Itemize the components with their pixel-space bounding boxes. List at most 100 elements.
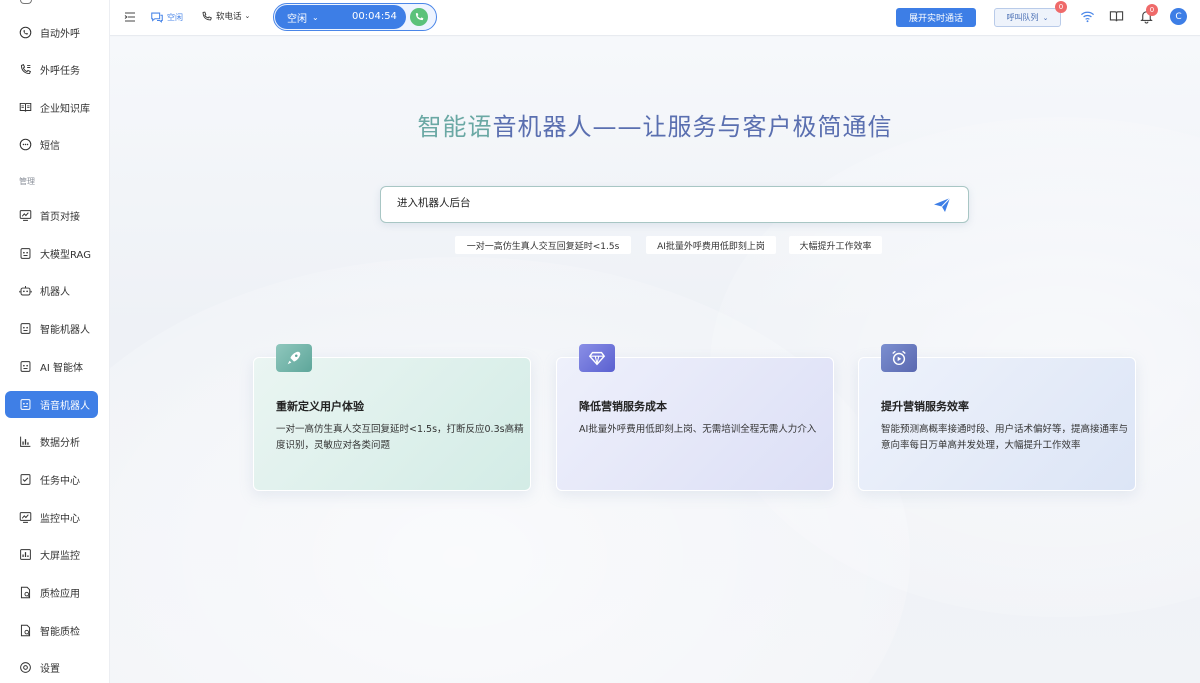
sidebar-item-label: 大模型RAG <box>40 250 91 261</box>
sidebar-item-label: 机器人 <box>40 287 70 298</box>
sidebar-item-dial-tasks[interactable]: 外呼任务 <box>5 56 98 83</box>
call-queue-dropdown[interactable]: 呼叫队列 ⌄ <box>994 8 1061 27</box>
chevron-down-icon: ⌄ <box>244 12 251 20</box>
sidebar: 自动外呼 外呼任务 企业知识库 短信 管理 首页对接 大模型RAG 机器人 智能… <box>0 0 110 683</box>
sidebar-item-smart-robot[interactable]: 智能机器人 <box>5 315 98 342</box>
doc-check-icon <box>18 586 32 600</box>
sidebar-item-big-screen-monitor[interactable]: 大屏监控 <box>5 541 98 568</box>
book-icon[interactable] <box>1109 9 1124 24</box>
sms-icon <box>18 138 32 152</box>
card-title: 提升营销服务效率 <box>881 400 969 413</box>
sidebar-item-label: 短信 <box>40 141 60 152</box>
robot-box-icon <box>18 398 32 412</box>
sidebar-item-label: 监控中心 <box>40 514 80 525</box>
agent-status-label: 空闲 <box>167 12 183 22</box>
softphone-dropdown[interactable]: 软电话 ⌄ <box>201 10 250 22</box>
chevron-down-icon: ⌄ <box>1042 13 1049 22</box>
robot-box-icon <box>18 360 32 374</box>
feature-tag[interactable]: 大幅提升工作效率 <box>789 236 882 254</box>
page-title-part2: 音机器人——让服务与客户极简通信 <box>492 113 893 141</box>
call-timer: 00:04:54 <box>352 11 397 22</box>
feature-card-user-experience[interactable]: 重新定义用户体验 一对一高仿生真人交互回复延时<1.5s，打断反应0.3s高精度… <box>253 344 531 491</box>
queue-count-badge: 0 <box>1055 1 1067 13</box>
bar-chart-icon <box>18 435 32 449</box>
send-icon[interactable] <box>932 195 952 215</box>
bar-chart-icon <box>18 548 32 562</box>
call-state-dropdown[interactable]: 空闲 ⌄ <box>287 10 319 25</box>
sidebar-item-label: 数据分析 <box>40 438 80 449</box>
card-description: AI批量外呼费用低即刻上岗、无需培训全程无需人力介入 <box>579 424 817 435</box>
feature-tag[interactable]: 一对一高仿生真人交互回复延时<1.5s <box>455 236 631 254</box>
book-icon <box>18 101 32 115</box>
search-input[interactable] <box>397 197 917 209</box>
sidebar-item-robot[interactable]: 机器人 <box>5 277 98 304</box>
sidebar-item-label: 智能机器人 <box>40 325 90 336</box>
call-control-pill: 空闲 ⌄ 00:04:54 <box>273 3 437 31</box>
sidebar-item-label: 自动外呼 <box>40 29 80 40</box>
sidebar-item-data-analysis[interactable]: 数据分析 <box>5 428 98 455</box>
card-description: 一对一高仿生真人交互回复延时<1.5s，打断反应0.3s高精度识别，灵敏应对各类… <box>276 424 524 451</box>
phone-list-icon <box>18 63 32 77</box>
call-status-area[interactable]: 空闲 ⌄ 00:04:54 <box>275 5 406 29</box>
call-queue-label: 呼叫队列 <box>1006 13 1039 22</box>
call-answer-button[interactable] <box>410 8 428 26</box>
sidebar-item-label: 智能质检 <box>40 627 80 638</box>
robot-box-icon <box>18 247 32 261</box>
sidebar-item-qc-app[interactable]: 质检应用 <box>5 579 98 606</box>
card-description: 智能预测高概率接通时段、用户话术偏好等，提高接通率与意向率每日万单高并发处理，大… <box>881 424 1129 451</box>
sidebar-item-label: 企业知识库 <box>40 104 90 115</box>
sidebar-item-label: 首页对接 <box>40 212 80 223</box>
sidebar-item-task-center[interactable]: 任务中心 <box>5 466 98 493</box>
sidebar-item-monitor-center[interactable]: 监控中心 <box>5 504 98 531</box>
call-state-label: 空闲 <box>287 13 307 25</box>
whatsapp-phone-icon <box>18 26 32 40</box>
feature-tag[interactable]: AI批量外呼费用低即刻上岗 <box>646 236 776 254</box>
robot-backend-search[interactable] <box>380 186 969 223</box>
sidebar-item-llm-rag[interactable]: 大模型RAG <box>5 240 98 267</box>
sidebar-item-label: 大屏监控 <box>40 551 80 562</box>
card-title: 降低营销服务成本 <box>579 400 667 413</box>
notification-badge: 0 <box>1146 4 1158 16</box>
card-title: 重新定义用户体验 <box>276 400 364 413</box>
page-title: 智能语音机器人——让服务与客户极简通信 <box>110 107 1200 142</box>
alarm-clock-icon <box>881 344 917 372</box>
sidebar-item-homepage-integration[interactable]: 首页对接 <box>5 202 98 229</box>
sidebar-item-label: 语音机器人 <box>40 401 90 412</box>
sidebar-item-voice-robot[interactable]: 语音机器人 <box>5 391 98 418</box>
phone-icon <box>202 11 212 20</box>
agent-status[interactable]: 空闲 <box>150 10 183 24</box>
sidebar-section-manage: 管理 <box>19 177 35 186</box>
robot-box-icon <box>18 322 32 336</box>
sidebar-item-auto-dial[interactable]: 自动外呼 <box>5 19 98 46</box>
sidebar-item-label: 外呼任务 <box>40 66 80 77</box>
doc-check-icon <box>18 624 32 638</box>
sidebar-item-label: 设置 <box>40 664 60 675</box>
chart-monitor-icon <box>18 209 32 223</box>
sidebar-item-sms[interactable]: 短信 <box>5 131 98 158</box>
expand-live-call-button[interactable]: 展开实时通话 <box>896 8 976 27</box>
top-header: 空闲 软电话 ⌄ 空闲 ⌄ 00:04:54 展开实时通话 呼叫队列 ⌄ 0 0… <box>110 0 1200 36</box>
checklist-icon <box>18 473 32 487</box>
page-title-part1: 智能语 <box>417 113 493 141</box>
main-content: 智能语音机器人——让服务与客户极简通信 一对一高仿生真人交互回复延时<1.5s … <box>110 37 1200 683</box>
wifi-icon[interactable] <box>1080 9 1095 24</box>
chevron-down-icon: ⌄ <box>312 12 319 22</box>
feature-tags: 一对一高仿生真人交互回复延时<1.5s AI批量外呼费用低即刻上岗 大幅提升工作… <box>110 236 1200 254</box>
menu-toggle-icon[interactable] <box>124 11 136 23</box>
sidebar-item-settings[interactable]: 设置 <box>5 654 98 681</box>
sidebar-item-label: 任务中心 <box>40 476 80 487</box>
rocket-icon <box>276 344 312 372</box>
robot-icon <box>18 284 32 298</box>
phone-icon <box>415 13 424 21</box>
feature-card-efficiency[interactable]: 提升营销服务效率 智能预测高概率接通时段、用户话术偏好等，提高接通率与意向率每日… <box>858 344 1136 491</box>
sidebar-item-label: 质检应用 <box>40 589 80 600</box>
sidebar-item-ai-agent[interactable]: AI 智能体 <box>5 353 98 380</box>
feature-card-cost-reduction[interactable]: 降低营销服务成本 AI批量外呼费用低即刻上岗、无需培训全程无需人力介入 <box>556 344 834 491</box>
sidebar-item-label: AI 智能体 <box>40 363 83 374</box>
sidebar-item-knowledge-base[interactable]: 企业知识库 <box>5 94 98 121</box>
gear-icon <box>18 661 32 675</box>
avatar[interactable]: C <box>1170 8 1187 25</box>
diamond-icon <box>579 344 615 372</box>
sidebar-item-smart-qc[interactable]: 智能质检 <box>5 617 98 644</box>
softphone-label: 软电话 <box>216 12 242 22</box>
